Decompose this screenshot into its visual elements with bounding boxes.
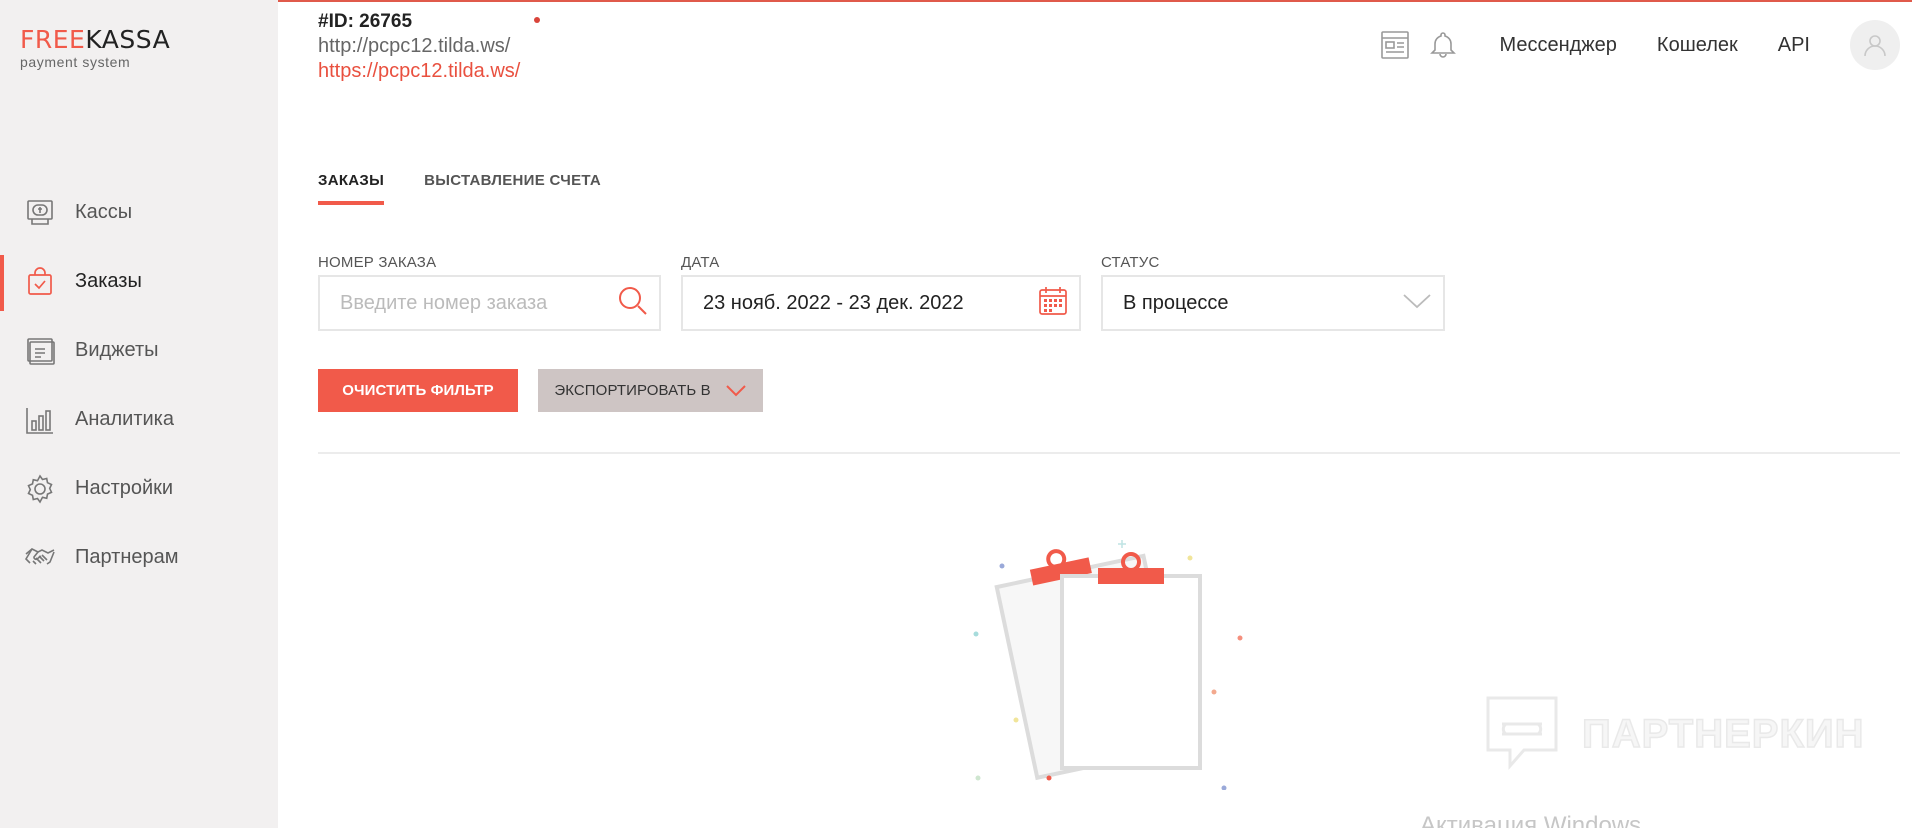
- search-icon[interactable]: [617, 285, 649, 322]
- order-number-input[interactable]: [340, 291, 617, 315]
- sidebar-item-label: Аналитика: [75, 408, 174, 430]
- sidebar-item-settings[interactable]: Настройки: [0, 454, 278, 523]
- widget-panel-icon[interactable]: [1379, 29, 1411, 61]
- divider: [318, 452, 1900, 454]
- chevron-down-icon: [725, 384, 747, 398]
- filter-order-number: НОМЕР ЗАКАЗА: [318, 254, 661, 331]
- handshake-icon: [24, 542, 56, 574]
- filter-date: ДАТА 23 нояб. 2022 - 23 дек. 2022: [681, 254, 1081, 331]
- user-icon: [1864, 35, 1886, 57]
- filter-status: СТАТУС В процессе: [1101, 254, 1445, 331]
- sidebar-item-label: Настройки: [75, 477, 174, 499]
- bell-icon[interactable]: [1427, 29, 1459, 61]
- sidebar-item-label: Партнерам: [75, 546, 179, 568]
- sidebar-item-cashboxes[interactable]: Кассы: [0, 178, 278, 247]
- empty-state-clipboards-illustration: [950, 520, 1270, 791]
- tab-orders[interactable]: ЗАКАЗЫ: [318, 172, 385, 205]
- sidebar-item-label: Виджеты: [75, 339, 159, 361]
- logo-kassa: KASSA: [85, 25, 171, 54]
- brand-logo[interactable]: FREEKASSA payment system: [20, 26, 170, 71]
- filter-label: НОМЕР ЗАКАЗА: [318, 254, 437, 271]
- logo-subtitle: payment system: [20, 54, 131, 70]
- watermark-text: ПАРТНЕРКИН: [1581, 711, 1865, 757]
- logo-wordmark: FREEKASSA: [20, 26, 170, 54]
- sidebar: FREEKASSA payment system Кассы Заказы Ви…: [0, 0, 278, 828]
- sidebar-nav: Кассы Заказы Виджеты Аналитика Настройки: [0, 178, 278, 592]
- sidebar-item-analytics[interactable]: Аналитика: [0, 385, 278, 454]
- filter-label: СТАТУС: [1101, 254, 1160, 271]
- export-button[interactable]: ЭКСПОРТИРОВАТЬ В: [538, 369, 763, 412]
- sidebar-item-orders[interactable]: Заказы: [0, 247, 278, 316]
- sidebar-item-partners[interactable]: Партнерам: [0, 523, 278, 592]
- header-toolbar: Мессенджер Кошелек API: [1379, 20, 1900, 70]
- partnerkin-watermark: ПАРТНЕРКИН: [1484, 694, 1865, 774]
- widgets-icon: [24, 335, 56, 367]
- analytics-chart-icon: [24, 404, 56, 436]
- header-link-messenger[interactable]: Мессенджер: [1499, 34, 1616, 57]
- header-link-wallet[interactable]: Кошелек: [1657, 34, 1738, 57]
- status-select-value: В процессе: [1123, 291, 1229, 314]
- chat-bubble-icon: [1486, 696, 1558, 770]
- cashbox-icon: [24, 197, 56, 229]
- date-range-value: 23 нояб. 2022 - 23 дек. 2022: [703, 291, 964, 314]
- clear-filter-label: ОЧИСТИТЬ ФИЛЬТР: [342, 382, 494, 399]
- chevron-down-icon: [1401, 291, 1433, 316]
- site-info: #ID: 26765 http://pcpc12.tilda.ws/ https…: [318, 10, 540, 84]
- orders-bag-icon: [24, 266, 56, 298]
- sidebar-item-label: Кассы: [75, 201, 133, 223]
- site-id: #ID: 26765: [318, 11, 413, 32]
- order-number-field[interactable]: [318, 275, 661, 331]
- windows-activation-text: Активация Windows: [1420, 812, 1642, 828]
- export-label: ЭКСПОРТИРОВАТЬ В: [554, 382, 711, 399]
- header-link-api[interactable]: API: [1778, 34, 1810, 57]
- sidebar-item-widgets[interactable]: Виджеты: [0, 316, 278, 385]
- site-url-secure[interactable]: https://pcpc12.tilda.ws/: [318, 59, 520, 84]
- filter-label: ДАТА: [681, 254, 720, 271]
- date-range-field[interactable]: 23 нояб. 2022 - 23 дек. 2022: [681, 275, 1081, 331]
- sidebar-item-label: Заказы: [75, 270, 142, 292]
- calendar-icon[interactable]: [1037, 285, 1069, 322]
- clear-filter-button[interactable]: ОЧИСТИТЬ ФИЛЬТР: [318, 369, 518, 412]
- avatar[interactable]: [1850, 20, 1900, 70]
- status-dot: [534, 17, 540, 23]
- top-accent-line: [0, 0, 1912, 2]
- logo-free: FREE: [20, 25, 86, 54]
- tabs: ЗАКАЗЫ ВЫСТАВЛЕНИЕ СЧЕТА: [318, 172, 641, 205]
- site-url[interactable]: http://pcpc12.tilda.ws/: [318, 34, 520, 59]
- gear-icon: [24, 473, 56, 505]
- status-select[interactable]: В процессе: [1101, 275, 1445, 331]
- tab-invoicing[interactable]: ВЫСТАВЛЕНИЕ СЧЕТА: [424, 172, 601, 205]
